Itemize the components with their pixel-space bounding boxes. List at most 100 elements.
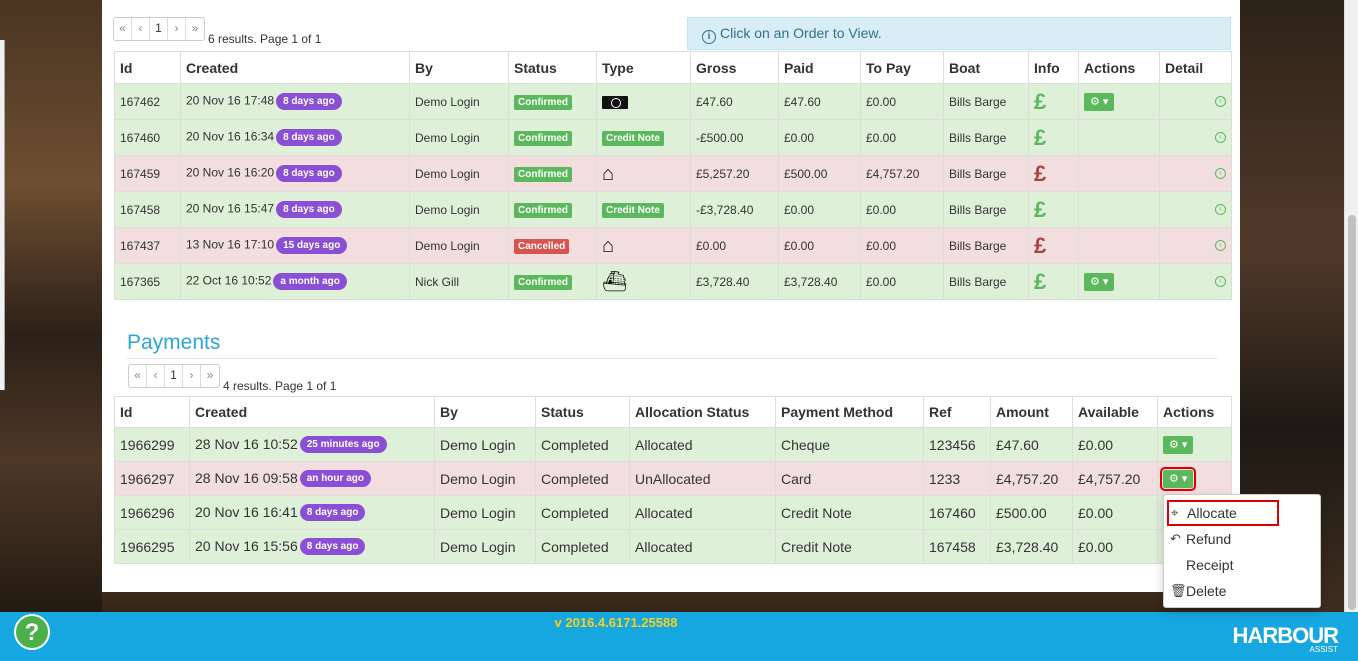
chevron-left-icon[interactable]: ‹ <box>1215 132 1226 143</box>
order-created-cell: 22 Oct 16 10:52 a month ago <box>180 263 410 300</box>
payment-row[interactable]: 1966297 28 Nov 16 09:58 an hour ago Demo Lo… <box>114 461 1232 496</box>
time-ago-badge: 8 days ago <box>299 504 366 522</box>
page-scrollbar[interactable] <box>1344 0 1358 612</box>
crosshair-icon: ⌖ <box>1171 505 1179 520</box>
payment-method: Cheque <box>775 427 924 462</box>
gear-dropdown-button[interactable]: ⚙ ▾ <box>1163 436 1194 454</box>
order-created: 20 Nov 16 16:20 <box>186 165 275 180</box>
order-row[interactable]: 167462 20 Nov 16 17:48 8 days ago Demo Logi… <box>114 83 1232 120</box>
order-boat: Bills Barge <box>943 83 1029 120</box>
order-row[interactable]: 167460 20 Nov 16 16:34 8 days ago Demo Logi… <box>114 119 1232 156</box>
scrollbar-thumb[interactable] <box>1348 215 1356 610</box>
payments-table: Id Created By Status Allocation Status P… <box>114 396 1232 564</box>
col-status[interactable]: Status <box>535 396 630 428</box>
brand-logo-sub: ASSIST <box>1309 645 1338 654</box>
order-detail-cell: ‹ <box>1159 83 1232 120</box>
col-topay[interactable]: To Pay <box>860 51 944 84</box>
orders-results-text: 6 results. Page 1 of 1 <box>208 32 322 46</box>
gear-dropdown-button[interactable]: ⚙ ▾ <box>1159 467 1197 491</box>
col-payment-method[interactable]: Payment Method <box>775 396 924 428</box>
pager-last[interactable]: » <box>201 365 219 387</box>
order-topay: £0.00 <box>860 263 944 300</box>
order-actions-cell <box>1078 227 1160 264</box>
order-topay: £0.00 <box>860 191 944 228</box>
order-row[interactable]: 167365 22 Oct 16 10:52 a month ago Nick Gil… <box>114 263 1232 300</box>
chevron-left-icon[interactable]: ‹ <box>1215 276 1226 287</box>
col-id[interactable]: Id <box>114 51 181 84</box>
menu-item-allocate[interactable]: ⌖ Allocate <box>1167 500 1279 526</box>
col-status[interactable]: Status <box>508 51 597 84</box>
chevron-left-icon[interactable]: ‹ <box>1215 168 1226 179</box>
pager-prev[interactable]: ‹ <box>132 18 150 40</box>
payments-results-text: 4 results. Page 1 of 1 <box>223 379 337 393</box>
time-ago-badge: 8 days ago <box>276 165 342 182</box>
pager-last[interactable]: » <box>186 18 204 40</box>
order-created-cell: 20 Nov 16 16:20 8 days ago <box>180 155 410 192</box>
order-boat: Bills Barge <box>943 227 1029 264</box>
col-amount[interactable]: Amount <box>990 396 1073 428</box>
payment-row[interactable]: 1966295 20 Nov 16 15:56 8 days ago Demo Log… <box>114 529 1232 564</box>
pager-first[interactable]: « <box>129 365 147 387</box>
order-row[interactable]: 167437 13 Nov 16 17:10 15 days ago Demo Log… <box>114 227 1232 264</box>
boat-icon: ⛴ <box>602 270 628 293</box>
col-allocation-status[interactable]: Allocation Status <box>629 396 776 428</box>
chevron-left-icon[interactable]: ‹ <box>1215 204 1226 215</box>
payment-actions-cell: ⚙ ▾ <box>1157 461 1232 496</box>
info-text: Click on an Order to View. <box>720 25 882 41</box>
order-row[interactable]: 167459 20 Nov 16 16:20 8 days ago Demo Logi… <box>114 155 1232 192</box>
col-created[interactable]: Created <box>180 51 410 84</box>
menu-item-refund[interactable]: ↶ Refund <box>1168 527 1231 551</box>
col-id[interactable]: Id <box>114 396 190 428</box>
col-paid[interactable]: Paid <box>778 51 861 84</box>
chevron-left-icon[interactable]: ‹ <box>1215 96 1226 107</box>
order-status-cell: Confirmed <box>508 191 597 228</box>
time-ago-badge: 8 days ago <box>276 93 342 110</box>
order-id: 167458 <box>114 191 181 228</box>
payment-id: 1966296 <box>114 495 190 530</box>
payments-title: Payments <box>127 331 221 354</box>
payment-method: Card <box>775 461 924 496</box>
pager-next[interactable]: › <box>168 18 186 40</box>
pager-page-1[interactable]: 1 <box>165 365 183 387</box>
help-icon[interactable]: ? <box>14 614 50 650</box>
menu-item-receipt[interactable]: Receipt <box>1168 553 1233 577</box>
order-type-cell: Credit Note <box>596 191 691 228</box>
chevron-left-icon[interactable]: ‹ <box>1215 240 1226 251</box>
payment-row[interactable]: 1966299 28 Nov 16 10:52 25 minutes ago Demo… <box>114 427 1232 462</box>
pager-first[interactable]: « <box>114 18 132 40</box>
col-ref[interactable]: Ref <box>923 396 991 428</box>
order-detail-cell: ‹ <box>1159 155 1232 192</box>
col-gross[interactable]: Gross <box>690 51 779 84</box>
order-topay: £0.00 <box>860 119 944 156</box>
order-id: 167365 <box>114 263 181 300</box>
menu-item-delete[interactable]: 🗑 Delete <box>1168 579 1226 603</box>
pager-page-1[interactable]: 1 <box>150 18 168 40</box>
order-type-cell: ⌂ <box>596 155 691 192</box>
gear-dropdown-button[interactable]: ⚙ ▾ <box>1084 272 1115 291</box>
payment-id: 1966299 <box>114 427 190 462</box>
order-gross: -£3,728.40 <box>690 191 779 228</box>
payment-actions-menu: ⌖ Allocate ↶ Refund Receipt 🗑 Delete <box>1163 494 1321 608</box>
order-type-cell: Credit Note <box>596 119 691 156</box>
order-row[interactable]: 167458 20 Nov 16 15:47 8 days ago Demo Logi… <box>114 191 1232 228</box>
order-info-cell: £ <box>1028 155 1079 192</box>
col-by[interactable]: By <box>434 396 536 428</box>
order-id: 167437 <box>114 227 181 264</box>
col-type[interactable]: Type <box>596 51 691 84</box>
col-by[interactable]: By <box>409 51 509 84</box>
pager-next[interactable]: › <box>183 365 201 387</box>
payment-available: £4,757.20 <box>1072 461 1158 496</box>
gear-dropdown-button[interactable]: ⚙ ▾ <box>1084 92 1115 111</box>
col-available[interactable]: Available <box>1072 396 1158 428</box>
status-badge: Confirmed <box>514 274 572 290</box>
order-created: 20 Nov 16 16:34 <box>186 129 275 144</box>
pager-prev[interactable]: ‹ <box>147 365 165 387</box>
order-boat: Bills Barge <box>943 119 1029 156</box>
payment-id: 1966297 <box>114 461 190 496</box>
order-topay: £0.00 <box>860 227 944 264</box>
col-boat[interactable]: Boat <box>943 51 1029 84</box>
col-created[interactable]: Created <box>189 396 435 428</box>
payment-row[interactable]: 1966296 20 Nov 16 16:41 8 days ago Demo Log… <box>114 495 1232 530</box>
payment-actions-cell: ⚙ ▾ <box>1157 427 1232 462</box>
order-detail-cell: ‹ <box>1159 227 1232 264</box>
